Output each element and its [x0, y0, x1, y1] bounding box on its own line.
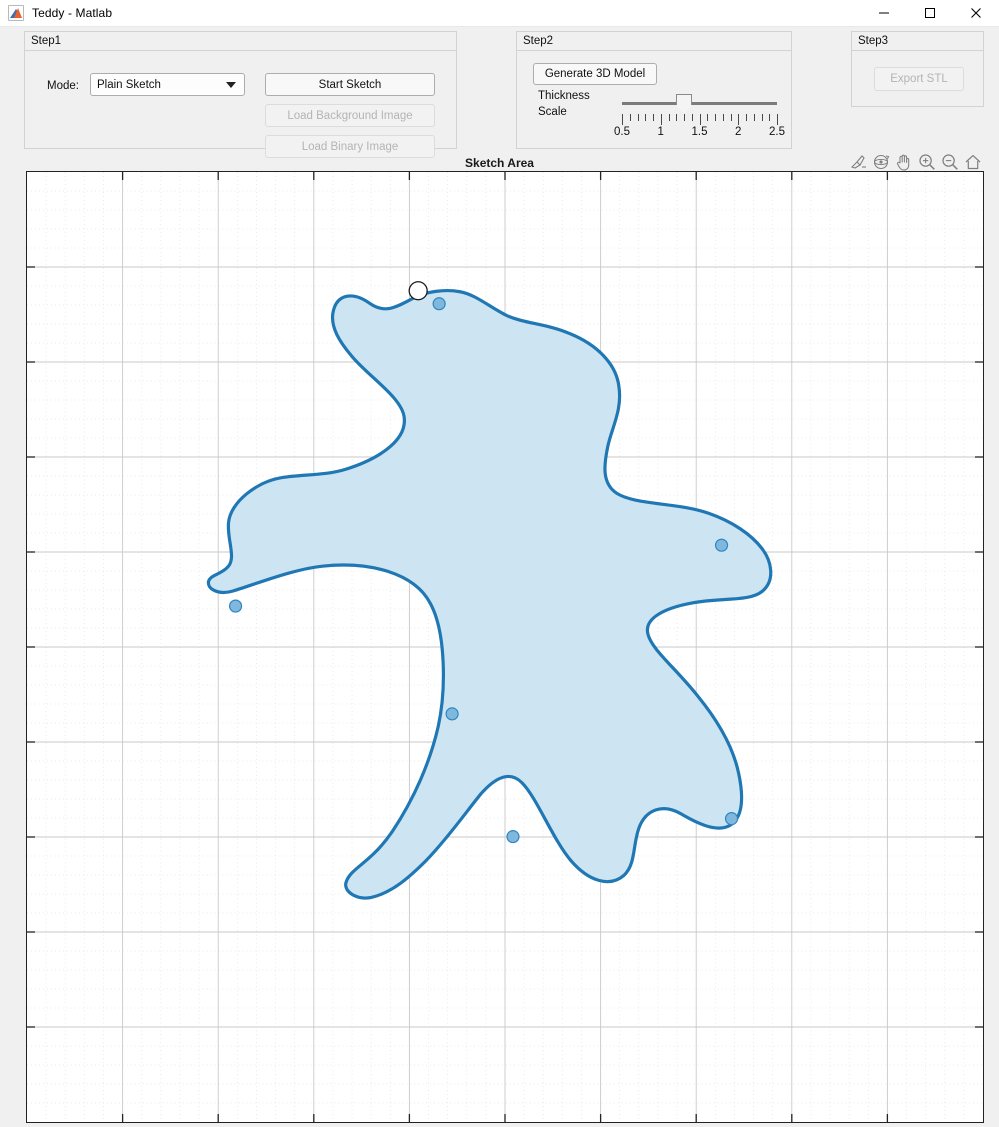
- control-point-handle[interactable]: [716, 539, 728, 551]
- zoom-out-icon[interactable]: [940, 152, 960, 172]
- slider-minor-tick: [715, 114, 716, 121]
- rotate-3d-icon[interactable]: [871, 152, 891, 172]
- control-point-handle[interactable]: [507, 831, 519, 843]
- chevron-down-icon: [226, 82, 236, 88]
- slider-tick-label: 2.5: [769, 126, 785, 138]
- app-body: Step1 Mode: Plain Sketch Start Sketch Lo…: [0, 27, 999, 1127]
- start-sketch-button[interactable]: Start Sketch: [265, 73, 435, 96]
- close-button[interactable]: [953, 0, 999, 27]
- control-point-handle[interactable]: [446, 708, 458, 720]
- load-background-image-button[interactable]: Load Background Image: [265, 104, 435, 127]
- pen-cursor-marker: [409, 282, 427, 300]
- step1-panel: Step1 Mode: Plain Sketch Start Sketch Lo…: [24, 31, 457, 149]
- home-restore-view-icon[interactable]: [963, 152, 983, 172]
- window-titlebar: Teddy - Matlab: [0, 0, 999, 27]
- slider-minor-tick: [692, 114, 693, 121]
- matlab-logo-icon: [8, 5, 24, 21]
- sketch-canvas[interactable]: [26, 171, 984, 1123]
- slider-minor-tick: [630, 114, 631, 121]
- slider-thumb[interactable]: [676, 94, 692, 113]
- slider-tick-label: 0.5: [614, 126, 630, 138]
- zoom-in-icon[interactable]: [917, 152, 937, 172]
- slider-minor-tick: [762, 114, 763, 121]
- slider-minor-tick: [669, 114, 670, 121]
- slider-minor-tick: [645, 114, 646, 121]
- control-point-handle[interactable]: [726, 813, 738, 825]
- generate-3d-model-button[interactable]: Generate 3D Model: [533, 63, 657, 85]
- window-title: Teddy - Matlab: [32, 6, 112, 20]
- step2-title: Step2: [517, 32, 791, 51]
- minimize-button[interactable]: [861, 0, 907, 27]
- slider-minor-tick: [676, 114, 677, 121]
- step1-title: Step1: [25, 32, 456, 51]
- slider-minor-tick: [653, 114, 654, 121]
- slider-major-tick: [622, 114, 623, 125]
- slider-major-tick: [777, 114, 778, 125]
- brush-datatip-icon[interactable]: [848, 152, 868, 172]
- slider-minor-tick: [731, 114, 732, 121]
- slider-tick-label: 2: [735, 126, 741, 138]
- step2-panel: Step2 Generate 3D Model Thickness Scale …: [516, 31, 792, 149]
- maximize-button[interactable]: [907, 0, 953, 27]
- control-point-handle[interactable]: [433, 298, 445, 310]
- control-point-handle[interactable]: [230, 600, 242, 612]
- slider-major-tick: [661, 114, 662, 125]
- pan-hand-icon[interactable]: [894, 152, 914, 172]
- step3-title: Step3: [852, 32, 983, 51]
- thickness-label-line2: Scale: [538, 106, 567, 118]
- axes-toolbar: [848, 152, 983, 172]
- slider-minor-tick: [769, 114, 770, 121]
- slider-major-tick: [700, 114, 701, 125]
- thickness-scale-slider[interactable]: 0.511.522.5: [622, 92, 782, 142]
- step3-panel: Step3 Export STL: [851, 31, 984, 107]
- window-controls: [861, 0, 999, 27]
- slider-minor-tick: [684, 114, 685, 121]
- slider-track: [622, 102, 777, 105]
- export-stl-button[interactable]: Export STL: [874, 67, 964, 91]
- slider-minor-tick: [723, 114, 724, 121]
- mode-select[interactable]: Plain Sketch: [90, 73, 245, 96]
- slider-minor-tick: [754, 114, 755, 121]
- mode-select-value: Plain Sketch: [97, 79, 161, 91]
- thickness-label-line1: Thickness: [538, 90, 590, 102]
- slider-minor-tick: [707, 114, 708, 121]
- slider-major-tick: [738, 114, 739, 125]
- slider-tick-label: 1.5: [692, 126, 708, 138]
- load-binary-image-button[interactable]: Load Binary Image: [265, 135, 435, 158]
- slider-minor-tick: [638, 114, 639, 121]
- slider-minor-tick: [746, 114, 747, 121]
- mode-label: Mode:: [47, 80, 79, 92]
- sketch-shape-fill: [208, 291, 770, 898]
- sketch-shape-layer[interactable]: [27, 172, 983, 1122]
- slider-tick-label: 1: [658, 126, 664, 138]
